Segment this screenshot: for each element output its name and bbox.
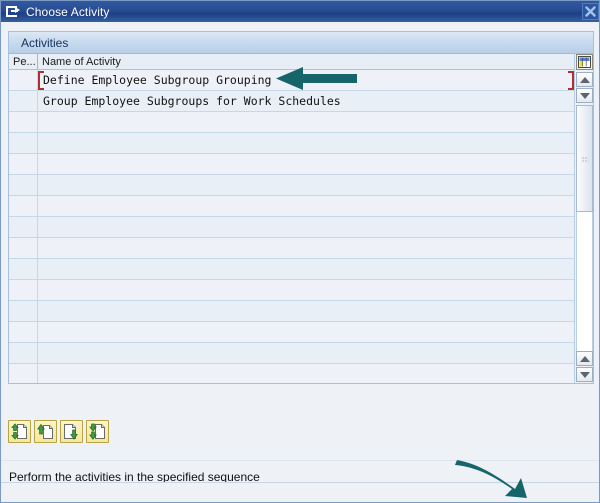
table-row[interactable]: [9, 322, 574, 343]
title-bar: Choose Activity: [1, 1, 599, 23]
close-icon[interactable]: [582, 3, 599, 20]
table-row[interactable]: [9, 343, 574, 364]
document-expand-icon: [11, 423, 27, 440]
table-cell-pe: [9, 112, 38, 132]
column-header-name-of-activity[interactable]: Name of Activity: [38, 54, 574, 69]
table-row[interactable]: [9, 238, 574, 259]
dialog-body: Activities Pe... Name of Activity Define…: [1, 22, 599, 502]
table-row[interactable]: Define Employee Subgroup Grouping: [9, 70, 574, 91]
table-cell-pe: [9, 196, 38, 216]
window-export-icon: [6, 5, 22, 19]
scrollbar-grip-icon: [581, 156, 588, 161]
table-row[interactable]: [9, 259, 574, 280]
table-cell-pe: [9, 364, 38, 383]
expand-all-button[interactable]: [8, 420, 31, 443]
table-row[interactable]: [9, 133, 574, 154]
table-cell-pe: [9, 217, 38, 237]
table-row[interactable]: Group Employee Subgroups for Work Schedu…: [9, 91, 574, 112]
document-collapse-icon: [89, 423, 105, 440]
scrollbar-thumb[interactable]: [576, 105, 593, 212]
table-cell-pe: [9, 259, 38, 279]
activities-group-box: Activities Pe... Name of Activity Define…: [8, 31, 594, 384]
table-body: Define Employee Subgroup Grouping Group E…: [9, 70, 574, 383]
table-cell-name-of-activity: [38, 322, 574, 342]
table-row[interactable]: [9, 154, 574, 175]
table-cell-name-of-activity: [38, 364, 574, 383]
table-cell-pe: [9, 322, 38, 342]
table-row[interactable]: [9, 280, 574, 301]
table-cell-name-of-activity: [38, 280, 574, 300]
table-row[interactable]: [9, 112, 574, 133]
table-row[interactable]: [9, 175, 574, 196]
table-header-row: Pe... Name of Activity: [9, 54, 574, 70]
table-row[interactable]: [9, 301, 574, 322]
column-settings-icon[interactable]: [576, 54, 593, 70]
table-cell-name-of-activity: [38, 154, 574, 174]
choose-activity-dialog: Choose Activity Activities Pe... Name of…: [0, 0, 600, 503]
scroll-page-up-icon[interactable]: [576, 351, 593, 366]
scroll-page-down-icon[interactable]: [576, 367, 593, 382]
table-row[interactable]: [9, 196, 574, 217]
activities-group-title: Activities: [21, 35, 69, 50]
table-cell-pe: [9, 238, 38, 258]
table-row[interactable]: [9, 217, 574, 238]
table-cell-pe: [9, 280, 38, 300]
scrollbar-track[interactable]: [576, 105, 593, 363]
window-title: Choose Activity: [26, 4, 110, 19]
table-cell-name-of-activity: [38, 343, 574, 363]
table-cell-name-of-activity: Define Employee Subgroup Grouping: [43, 73, 272, 87]
table-cell-name-of-activity: [38, 175, 574, 195]
table-cell-pe: [9, 133, 38, 153]
activities-table: Pe... Name of Activity Define Employee S…: [9, 54, 593, 383]
document-up-icon: [37, 423, 53, 439]
move-down-button[interactable]: [60, 420, 83, 443]
table-cell-pe: [9, 343, 38, 363]
table-cell-name-of-activity: [38, 301, 574, 321]
move-up-button[interactable]: [34, 420, 57, 443]
table-cell-name-of-activity: [38, 238, 574, 258]
table-cell-pe: [9, 154, 38, 174]
activities-table-core: Pe... Name of Activity Define Employee S…: [9, 54, 574, 383]
collapse-all-button[interactable]: [86, 420, 109, 443]
table-cell-name-of-activity: [38, 196, 574, 216]
table-cell-name-of-activity: [38, 112, 574, 132]
table-cell-name-of-activity: [38, 217, 574, 237]
activities-toolbar: [8, 420, 109, 443]
table-vertical-scrollbar[interactable]: [574, 54, 593, 383]
table-cell-name-of-activity: [38, 259, 574, 279]
column-header-pe[interactable]: Pe...: [9, 54, 38, 69]
dialog-footer: [1, 482, 599, 502]
scroll-down-icon[interactable]: [576, 88, 593, 103]
table-cell-pe: [9, 91, 38, 111]
table-cell-pe: [9, 301, 38, 321]
table-row[interactable]: [9, 364, 574, 383]
scroll-up-icon[interactable]: [576, 72, 593, 87]
table-cell-name-of-activity: Group Employee Subgroups for Work Schedu…: [43, 94, 341, 108]
document-down-icon: [64, 424, 78, 440]
activities-group-header: Activities: [9, 32, 593, 54]
table-cell-pe: [9, 175, 38, 195]
table-cell-name-of-activity: [38, 133, 574, 153]
status-divider: [1, 460, 599, 461]
table-cell-pe: [9, 70, 38, 90]
